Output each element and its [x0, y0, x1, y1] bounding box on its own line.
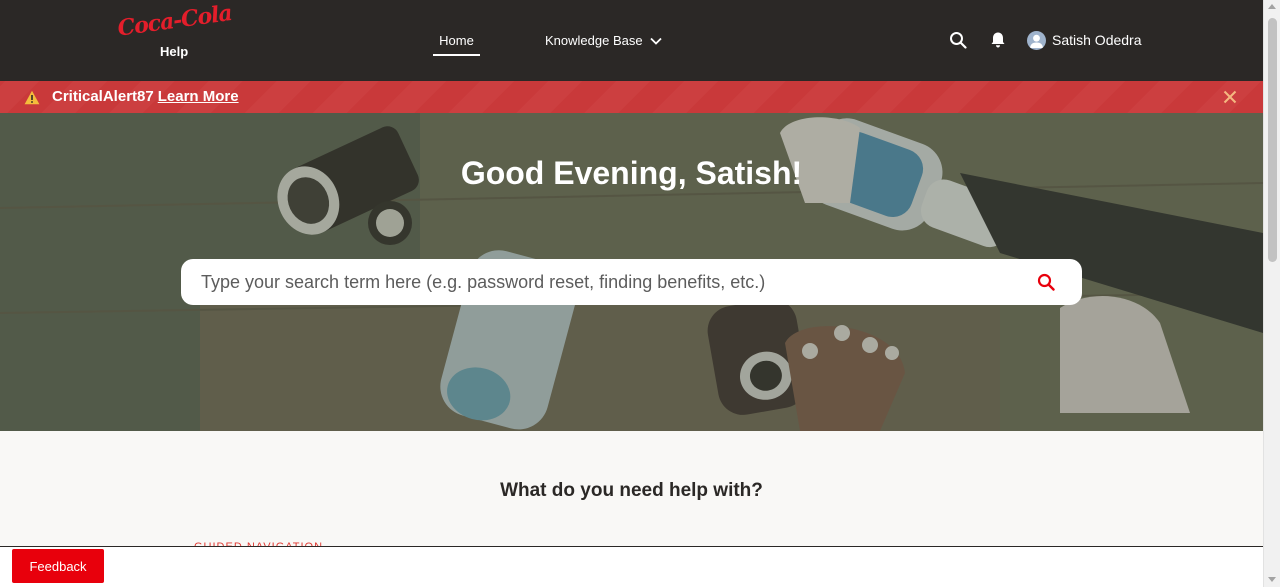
scroll-down-arrow-icon[interactable]: [1268, 577, 1276, 582]
user-name: Satish Odedra: [1052, 32, 1142, 48]
learn-more-link[interactable]: Learn More: [158, 88, 239, 105]
help-section-title: What do you need help with?: [500, 480, 763, 501]
user-menu[interactable]: Satish Odedra: [1027, 30, 1142, 50]
bell-icon[interactable]: [989, 31, 1007, 49]
coca-cola-help-logo[interactable]: Coca-Cola Help: [116, 0, 233, 64]
nav-home[interactable]: Home: [433, 0, 480, 81]
page: Coca-Cola Help Home Knowledge Base Satis…: [0, 0, 1263, 587]
hero-section: Good Evening, Satish!: [0, 113, 1263, 431]
alert-message: CriticalAlert87 Learn More: [52, 88, 239, 105]
critical-alert-banner: CriticalAlert87 Learn More: [0, 81, 1263, 113]
nav-knowledge-base-label: Knowledge Base: [545, 33, 643, 48]
search-icon[interactable]: [949, 31, 967, 49]
feedback-button[interactable]: Feedback: [12, 549, 104, 583]
logo-subtitle: Help: [160, 44, 189, 59]
vertical-scrollbar[interactable]: [1263, 0, 1280, 587]
warning-icon: [24, 90, 40, 105]
greeting-heading: Good Evening, Satish!: [460, 155, 803, 191]
footer-bar: [0, 546, 1263, 587]
logo-wordmark: Coca-Cola: [116, 0, 234, 42]
scroll-thumb[interactable]: [1268, 18, 1277, 262]
hero-search-bar: [181, 259, 1082, 305]
chevron-down-icon: [649, 37, 662, 45]
nav-knowledge-base[interactable]: Knowledge Base: [545, 0, 663, 81]
close-icon[interactable]: [1222, 89, 1238, 105]
user-avatar-icon: [1027, 30, 1046, 50]
nav-home-label: Home: [439, 33, 474, 48]
search-submit-icon[interactable]: [1037, 273, 1055, 291]
top-navigation-bar: Coca-Cola Help Home Knowledge Base Satis…: [0, 0, 1263, 81]
search-input[interactable]: [201, 271, 1021, 293]
scroll-up-arrow-icon[interactable]: [1268, 4, 1276, 9]
alert-title: CriticalAlert87: [52, 88, 154, 105]
